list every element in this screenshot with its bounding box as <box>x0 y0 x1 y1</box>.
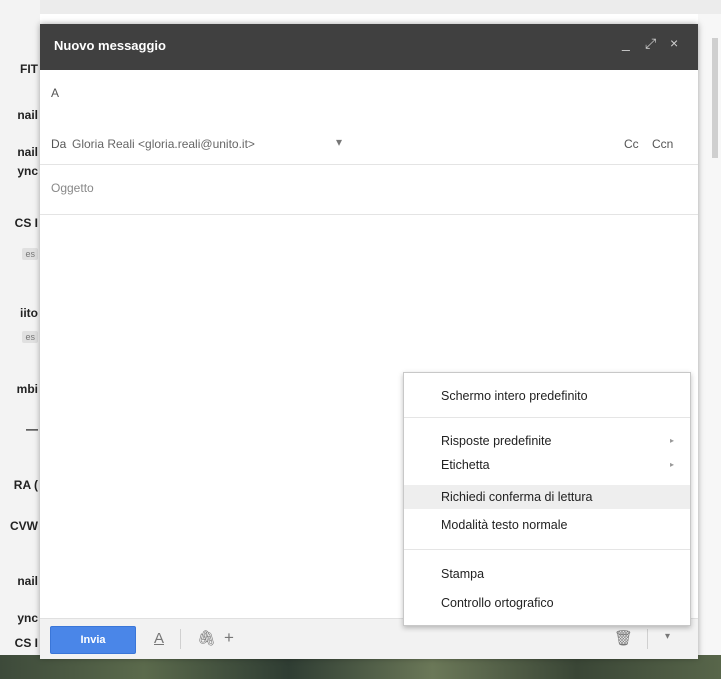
inbox-row[interactable]: nail <box>0 104 40 126</box>
menu-item-default-fullscreen[interactable]: Schermo intero predefinito <box>404 384 690 408</box>
right-scroll-area <box>698 14 721 679</box>
menu-item-print[interactable]: Stampa <box>404 562 690 586</box>
inbox-row[interactable]: CS I <box>0 632 40 654</box>
menu-item-label: Risposte predefinite <box>441 434 552 448</box>
menu-item-plain-text[interactable]: Modalità testo normale <box>404 513 690 537</box>
submenu-arrow-icon: ▸ <box>670 460 675 469</box>
send-button[interactable]: Invia <box>50 626 136 654</box>
inbox-row[interactable]: ync <box>0 607 40 629</box>
close-icon[interactable]: × <box>670 35 678 51</box>
scrollbar-thumb[interactable] <box>712 38 718 158</box>
inbox-list-background: FIT nail nail ync CS I es iito es mbi — … <box>0 0 40 679</box>
menu-item-read-receipt[interactable]: Richiedi conferma di lettura <box>404 485 690 509</box>
subject-input[interactable]: Oggetto <box>51 181 94 195</box>
expand-icon[interactable]: ⤢ <box>645 35 656 52</box>
inbox-row[interactable]: iito <box>0 302 40 324</box>
plus-icon[interactable]: + <box>224 628 234 648</box>
toolbar-divider <box>180 629 181 649</box>
bcc-link[interactable]: Ccn <box>652 137 673 151</box>
inbox-row[interactable]: mbi <box>0 378 40 400</box>
inbox-row[interactable]: FIT <box>0 58 40 80</box>
inbox-label-chip: es <box>0 326 40 348</box>
inbox-row[interactable]: nail <box>0 570 40 592</box>
inbox-row[interactable]: CVW <box>0 515 40 537</box>
inbox-row[interactable]: RA ( <box>0 474 40 496</box>
more-options-menu: Schermo intero predefinito Risposte pred… <box>403 372 691 626</box>
text-format-icon[interactable]: A <box>154 630 164 647</box>
menu-item-label: Etichetta <box>441 458 490 472</box>
menu-item-canned-responses[interactable]: Risposte predefinite ▸ <box>404 429 690 453</box>
menu-item-label: Richiedi conferma di lettura <box>441 490 593 504</box>
divider <box>40 164 698 165</box>
cc-link[interactable]: Cc <box>624 137 639 151</box>
menu-item-spellcheck[interactable]: Controllo ortografico <box>404 591 690 615</box>
menu-item-label: Controllo ortografico <box>441 596 554 610</box>
chevron-down-icon[interactable]: ▾ <box>336 135 342 149</box>
menu-item-label-submenu[interactable]: Etichetta ▸ <box>404 453 690 477</box>
attach-icon[interactable]: 🖇 <box>197 629 216 647</box>
compose-title: Nuovo messaggio <box>54 38 166 53</box>
options-chevron-icon[interactable]: ▾ <box>665 631 670 642</box>
inbox-row[interactable]: CS I <box>0 212 40 234</box>
menu-item-label: Modalità testo normale <box>441 518 568 532</box>
background-header <box>0 0 721 14</box>
inbox-row[interactable]: ync <box>0 160 40 182</box>
menu-divider <box>404 417 690 418</box>
menu-divider <box>404 549 690 550</box>
trash-icon[interactable]: 🗑 <box>614 629 633 647</box>
from-field[interactable]: Gloria Reali <gloria.reali@unito.it> <box>72 137 255 151</box>
toolbar-divider <box>647 629 648 649</box>
inbox-label-chip: es <box>0 243 40 265</box>
submenu-arrow-icon: ▸ <box>670 436 675 445</box>
from-label: Da <box>51 137 67 151</box>
menu-item-label: Schermo intero predefinito <box>441 389 588 403</box>
menu-item-label: Stampa <box>441 567 485 581</box>
inbox-row[interactable]: — <box>0 418 40 440</box>
minimize-icon[interactable]: _ <box>622 35 630 51</box>
to-field[interactable]: A <box>51 86 59 100</box>
compose-titlebar[interactable]: Nuovo messaggio _ ⤢ × <box>40 24 698 70</box>
